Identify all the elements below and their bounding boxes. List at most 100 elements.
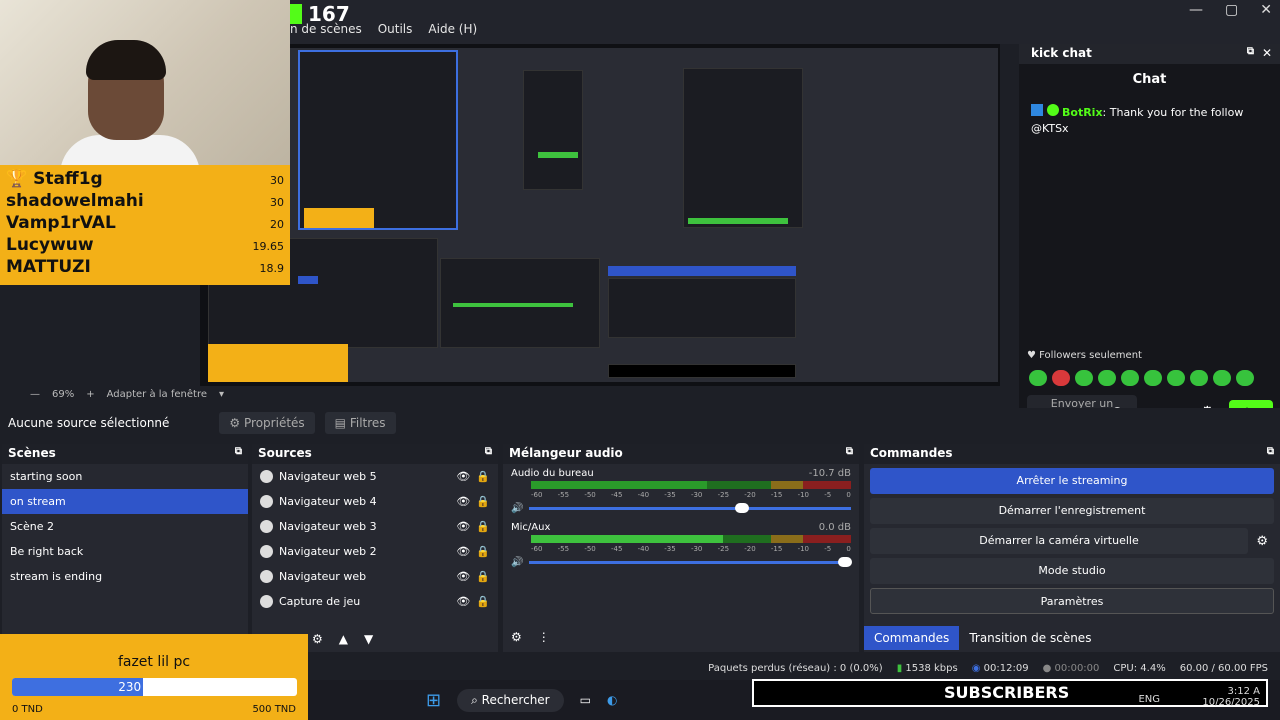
move-up-button[interactable]: ▲ — [339, 632, 348, 646]
zoom-in-button[interactable]: + — [86, 389, 94, 400]
taskbar-search[interactable]: ⌕ Rechercher — [457, 688, 564, 712]
preview-canvas[interactable] — [200, 44, 1000, 386]
lock-icon[interactable]: 🔒 — [476, 470, 490, 483]
lock-icon[interactable]: 🔒 — [476, 545, 490, 558]
fit-window-button[interactable]: Adapter à la fenêtre — [107, 389, 207, 400]
volume-handle[interactable] — [838, 557, 853, 567]
start-virtual-camera-button[interactable]: Démarrer la caméra virtuelle — [870, 528, 1248, 554]
stop-streaming-button[interactable]: Arrêter le streaming — [870, 468, 1274, 494]
eye-icon[interactable]: 👁 — [456, 520, 470, 533]
start-recording-button[interactable]: Démarrer l'enregistrement — [870, 498, 1274, 524]
live-icon: ◉ — [971, 662, 981, 674]
emote-icon[interactable] — [1121, 370, 1139, 386]
emote-icon[interactable] — [1213, 370, 1231, 386]
gear-icon[interactable]: ⚙ — [511, 630, 522, 644]
more-icon[interactable]: ⋮ — [538, 630, 550, 644]
scene-item[interactable]: Scène 2 — [2, 514, 248, 539]
volume-slider[interactable] — [529, 503, 851, 513]
file-explorer-icon[interactable]: ▭ — [580, 693, 591, 707]
speaker-icon[interactable]: 🔊 — [511, 503, 523, 514]
eye-icon[interactable]: 👁 — [456, 470, 470, 483]
source-item[interactable]: Navigateur web 3 👁 🔒 — [252, 514, 498, 539]
settings-button[interactable]: Paramètres — [870, 588, 1274, 614]
donation-goal: fazet lil pc 230 0 TND 500 TND — [0, 634, 308, 720]
menu-scenes[interactable]: n de scènes — [290, 22, 362, 36]
source-item[interactable]: Navigateur web 👁 🔒 — [252, 564, 498, 589]
sources-toolbar: ⚙ ▲ ▼ — [312, 632, 373, 646]
edge-icon[interactable]: ◐ — [607, 693, 617, 707]
goal-min: 0 TND — [12, 704, 43, 715]
leaderboard-name: 🏆 Staff1g — [6, 169, 103, 189]
leaderboard-score: 30 — [270, 196, 284, 209]
mixer-track: Mic/Aux 0.0 dB -60 -55 -50 -45 -40 -35 -30 -25 -2… — [503, 518, 859, 572]
leaderboard-row: Vamp1rVAL 20 — [6, 213, 284, 235]
commands-tabs: Commandes Transition de scènes — [864, 626, 1101, 650]
properties-button[interactable]: ⚙ Propriétés — [219, 412, 315, 434]
lock-icon[interactable]: 🔒 — [476, 520, 490, 533]
leaderboard-name: Lucywuw — [6, 235, 94, 255]
emote-icon[interactable] — [1052, 370, 1070, 386]
nested-stop-stream — [608, 266, 796, 276]
emote-icon[interactable] — [1098, 370, 1116, 386]
eye-icon[interactable]: 👁 — [456, 570, 470, 583]
commands-header: Commandes ⧉ — [864, 444, 1280, 464]
source-item[interactable]: Capture de jeu 👁 🔒 — [252, 589, 498, 614]
volume-handle[interactable] — [735, 503, 750, 513]
tab-commands[interactable]: Commandes — [864, 626, 960, 650]
windows-start-icon[interactable]: ⊞ — [426, 690, 441, 711]
eye-icon[interactable]: 👁 — [456, 545, 470, 558]
studio-mode-button[interactable]: Mode studio — [870, 558, 1274, 584]
source-item[interactable]: Navigateur web 2 👁 🔒 — [252, 539, 498, 564]
chevron-down-icon[interactable]: ▾ — [219, 389, 224, 400]
leaderboard-score: 30 — [270, 174, 284, 187]
float-icon[interactable]: ⧉ — [485, 446, 492, 462]
emote-icon[interactable] — [1144, 370, 1162, 386]
lock-icon[interactable]: 🔒 — [476, 595, 490, 608]
move-down-button[interactable]: ▼ — [364, 632, 373, 646]
emote-bar — [1029, 370, 1254, 386]
lock-icon[interactable]: 🔒 — [476, 570, 490, 583]
gear-icon[interactable]: ⚙ — [312, 632, 323, 646]
goal-title: fazet lil pc — [117, 654, 191, 670]
mixer-header: Mélangeur audio ⧉ — [503, 444, 859, 464]
emote-icon[interactable] — [1190, 370, 1208, 386]
source-item[interactable]: Navigateur web 5 👁 🔒 — [252, 464, 498, 489]
source-item[interactable]: Navigateur web 4 👁 🔒 — [252, 489, 498, 514]
fps: 60.00 / 60.00 FPS — [1179, 662, 1268, 674]
speaker-icon[interactable]: 🔊 — [511, 557, 523, 568]
emote-icon[interactable] — [1075, 370, 1093, 386]
chat-dock-header: kick chat ✕ ⧉ — [1019, 44, 1280, 64]
scenes-dock: Scènes ⧉ starting soon on stream Scène 2 … — [2, 444, 248, 652]
emote-icon[interactable] — [1236, 370, 1254, 386]
minimize-button[interactable]: — — [1189, 2, 1203, 18]
menu-help[interactable]: Aide (H) — [428, 22, 477, 36]
close-icon[interactable]: ✕ — [1262, 46, 1272, 60]
leaderboard-score: 18.9 — [259, 262, 285, 275]
search-icon: ⌕ — [471, 692, 478, 707]
scene-item[interactable]: starting soon — [2, 464, 248, 489]
float-icon[interactable]: ⧉ — [1267, 446, 1274, 462]
chat-username[interactable]: BotRix — [1062, 106, 1103, 119]
filters-button[interactable]: ▤ Filtres — [324, 412, 396, 434]
float-icon[interactable]: ⧉ — [1247, 46, 1254, 57]
close-button[interactable]: ✕ — [1260, 2, 1272, 18]
gear-icon[interactable]: ⚙ — [1256, 534, 1268, 549]
zoom-out-button[interactable]: — — [30, 389, 40, 400]
scene-item[interactable]: stream is ending — [2, 564, 248, 589]
filter-icon: ▤ — [334, 416, 347, 430]
eye-icon[interactable]: 👁 — [456, 495, 470, 508]
scene-item-selected[interactable]: on stream — [2, 489, 248, 514]
volume-slider[interactable] — [529, 557, 853, 567]
tab-scene-transitions[interactable]: Transition de scènes — [959, 626, 1101, 650]
lock-icon[interactable]: 🔒 — [476, 495, 490, 508]
maximize-button[interactable]: ▢ — [1225, 2, 1238, 18]
float-icon[interactable]: ⧉ — [235, 446, 242, 462]
scene-item[interactable]: Be right back — [2, 539, 248, 564]
emote-icon[interactable] — [1167, 370, 1185, 386]
eye-icon[interactable]: 👁 — [456, 595, 470, 608]
leaderboard-name: MATTUZI — [6, 257, 91, 277]
emote-icon[interactable] — [1029, 370, 1047, 386]
float-icon[interactable]: ⧉ — [846, 446, 853, 462]
lang-indicator[interactable]: ENG — [1138, 694, 1160, 705]
menu-tools[interactable]: Outils — [378, 22, 413, 36]
